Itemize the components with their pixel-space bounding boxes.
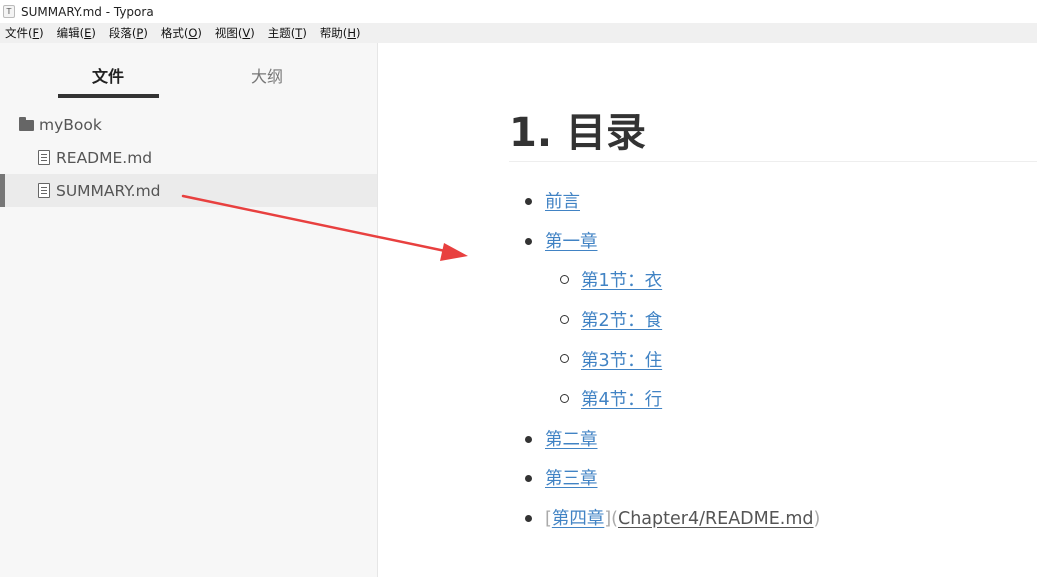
bullet-icon xyxy=(525,514,532,522)
list-item: 第三章 xyxy=(509,458,1037,498)
list-item: 第1节：衣 xyxy=(509,260,1037,300)
menu-bar: 文件(F) 编辑(E) 段落(P) 格式(O) 视图(V) 主题(T) 帮助(H… xyxy=(0,23,1037,43)
active-tab-indicator xyxy=(58,94,159,98)
list-item: 第3节：住 xyxy=(509,339,1037,379)
toc-link-chapter-1[interactable]: 第一章 xyxy=(545,228,598,253)
raw-link-text[interactable]: 第四章 xyxy=(552,509,605,529)
folder-label: myBook xyxy=(39,115,102,134)
toc-link-chapter-4-raw[interactable]: [第四章](Chapter4/README.md) xyxy=(545,505,820,530)
title-bar: T SUMMARY.md - Typora xyxy=(0,0,1037,23)
circle-bullet-icon xyxy=(560,354,569,364)
toc-list: 前言 第一章 第1节：衣 第2节：食 第3节：住 第4节：行 第二章 第三章 [… xyxy=(509,181,1037,537)
list-item: 第2节：食 xyxy=(509,300,1037,340)
toc-link-chapter-3[interactable]: 第三章 xyxy=(545,465,598,490)
file-icon xyxy=(38,150,50,165)
sidebar-tabs: 文件 大纲 xyxy=(0,43,377,99)
markdown-bracket: ) xyxy=(813,509,821,530)
tree-folder-mybook[interactable]: myBook xyxy=(0,108,377,141)
toc-link-section-2[interactable]: 第2节：食 xyxy=(581,307,662,332)
menu-file[interactable]: 文件(F) xyxy=(5,25,44,41)
markdown-bracket: ]( xyxy=(604,509,618,530)
list-item: 第二章 xyxy=(509,419,1037,459)
file-label: README.md xyxy=(56,148,153,167)
menu-theme[interactable]: 主题(T) xyxy=(268,25,307,41)
circle-bullet-icon xyxy=(560,393,569,403)
toc-link-chapter-2[interactable]: 第二章 xyxy=(545,426,598,451)
typora-app-icon: T xyxy=(3,5,15,18)
raw-link-target[interactable]: Chapter4/README.md xyxy=(618,509,814,529)
bullet-icon xyxy=(525,237,532,245)
menu-format[interactable]: 格式(O) xyxy=(161,25,202,41)
bullet-icon xyxy=(525,198,532,205)
toc-link-preface[interactable]: 前言 xyxy=(545,188,580,213)
circle-bullet-icon xyxy=(560,314,569,324)
tab-files[interactable]: 文件 xyxy=(92,63,124,87)
tree-file-readme[interactable]: README.md xyxy=(0,141,377,174)
tab-outline[interactable]: 大纲 xyxy=(251,63,283,87)
toc-link-section-3[interactable]: 第3节：住 xyxy=(581,347,662,372)
circle-bullet-icon xyxy=(560,275,569,285)
editor-pane[interactable]: 1. 目录 前言 第一章 第1节：衣 第2节：食 第3节：住 第4节：行 第二章… xyxy=(379,43,1037,577)
folder-icon xyxy=(19,116,34,131)
toc-link-section-4[interactable]: 第4节：行 xyxy=(581,386,662,411)
list-item: 前言 xyxy=(509,181,1037,221)
file-icon xyxy=(38,183,50,198)
list-item: 第一章 xyxy=(509,221,1037,261)
bullet-icon xyxy=(525,475,532,483)
sidebar: 文件 大纲 myBook README.md SUMMARY.md xyxy=(0,43,378,577)
heading-divider xyxy=(509,161,1037,162)
markdown-bracket: [ xyxy=(545,509,552,530)
file-label: SUMMARY.md xyxy=(56,181,161,200)
menu-help[interactable]: 帮助(H) xyxy=(320,25,361,41)
menu-paragraph[interactable]: 段落(P) xyxy=(109,25,148,41)
bullet-icon xyxy=(525,435,532,443)
file-tree: myBook README.md SUMMARY.md xyxy=(0,108,377,207)
tree-file-summary[interactable]: SUMMARY.md xyxy=(0,174,377,207)
menu-edit[interactable]: 编辑(E) xyxy=(57,25,96,41)
toc-link-section-1[interactable]: 第1节：衣 xyxy=(581,267,662,292)
list-item: 第4节：行 xyxy=(509,379,1037,419)
list-item: [第四章](Chapter4/README.md) xyxy=(509,498,1037,538)
window-title: SUMMARY.md - Typora xyxy=(21,4,154,19)
menu-view[interactable]: 视图(V) xyxy=(215,25,255,41)
page-title: 1. 目录 xyxy=(509,110,646,156)
